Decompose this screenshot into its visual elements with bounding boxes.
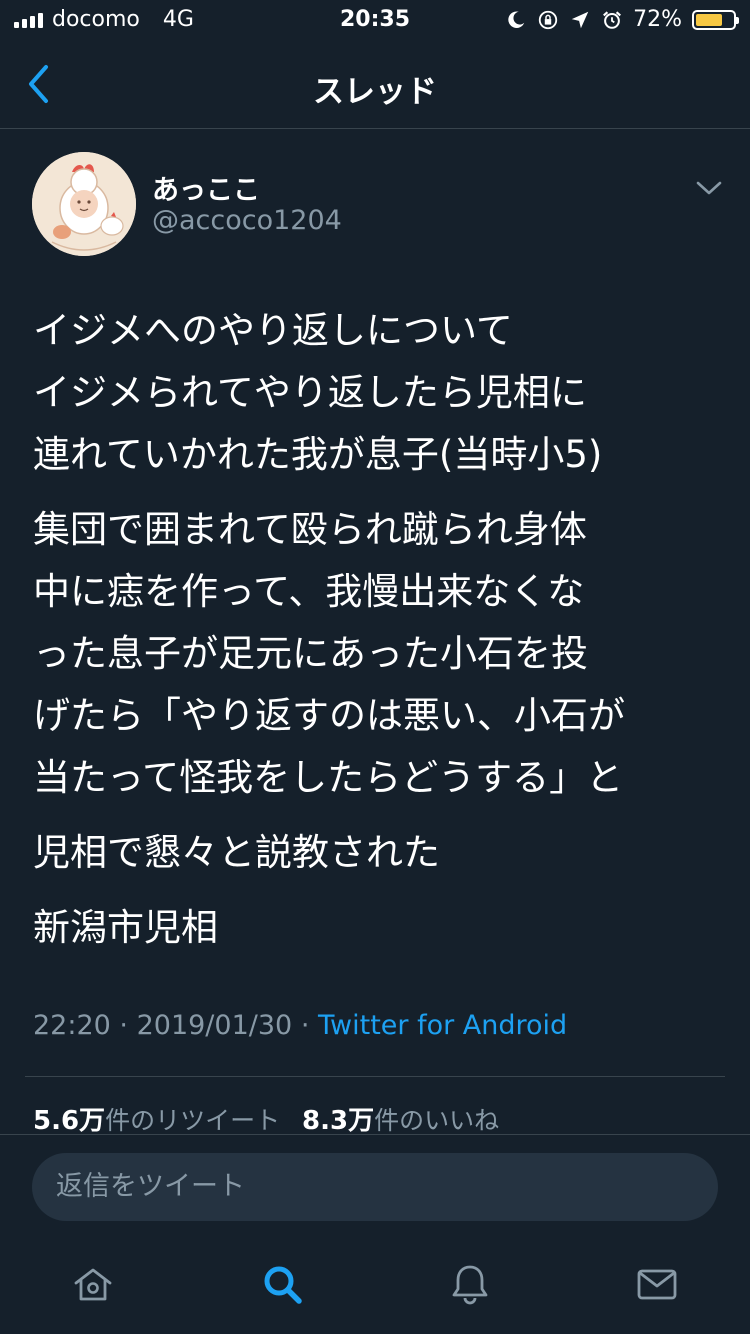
- tweet-paragraph: 児相で懇々と説教された: [33, 831, 440, 874]
- reply-bar: 返信をツイート: [0, 1134, 750, 1245]
- home-icon: [74, 1268, 112, 1301]
- chevron-down-icon: [696, 181, 722, 195]
- tweet-date: 2019/01/30: [136, 1010, 293, 1041]
- navigation-header: スレッド: [0, 40, 750, 129]
- tweet-time: 22:20: [33, 1010, 111, 1041]
- status-bar: docomo 4G 20:35 72%: [0, 0, 750, 40]
- mail-icon: [637, 1269, 677, 1300]
- search-icon: [264, 1266, 302, 1304]
- tweet-paragraph: 新潟市児相: [33, 906, 218, 949]
- battery-level: [696, 13, 722, 26]
- tab-search[interactable]: [260, 1262, 304, 1306]
- battery-percentage: 72%: [633, 7, 682, 32]
- tweet-source-link[interactable]: Twitter for Android: [318, 1010, 567, 1041]
- avatar-illustration: [32, 152, 136, 256]
- author-name[interactable]: あっここ: [152, 168, 260, 207]
- tab-messages[interactable]: [635, 1262, 679, 1306]
- tweet-stats: 5.6万件のリツイート 8.3万件のいいね: [33, 1104, 513, 1134]
- battery-icon: [692, 9, 739, 30]
- like-count: 8.3万: [302, 1106, 375, 1134]
- more-options-button[interactable]: [694, 176, 724, 200]
- page-title: スレッド: [313, 74, 437, 110]
- divider: [25, 1076, 725, 1077]
- moon-icon: [508, 10, 525, 28]
- status-right-group: 72%: [505, 7, 739, 32]
- tweet-paragraph: 集団で囲まれて殴られ蹴られ身体 中に痣を作って、我慢出来なくな った息子が足元に…: [33, 508, 625, 799]
- rotation-lock-icon: [538, 10, 558, 29]
- alarm-icon: [603, 10, 622, 29]
- retweet-label: 件のリツイート: [105, 1106, 281, 1134]
- reply-input[interactable]: 返信をツイート: [32, 1153, 718, 1221]
- avatar[interactable]: [32, 152, 136, 256]
- location-arrow-icon: [571, 11, 589, 28]
- retweets-stat[interactable]: 5.6万件のリツイート: [33, 1106, 280, 1134]
- tab-notifications[interactable]: [448, 1262, 492, 1306]
- like-label: 件のいいね: [374, 1106, 500, 1134]
- tab-home[interactable]: [71, 1262, 115, 1306]
- retweet-count: 5.6万: [33, 1106, 106, 1134]
- meta-separator: ·: [300, 1010, 310, 1041]
- tweet-text: イジメへのやり返しについて イジメられてやり返したら児相に 連れていかれた我が息…: [33, 300, 733, 972]
- meta-separator: ·: [119, 1010, 128, 1041]
- tweet-paragraph: イジメへのやり返しについて イジメられてやり返したら児相に 連れていかれた我が息…: [33, 309, 603, 476]
- bell-icon: [452, 1265, 488, 1305]
- tweet-metadata: 22:20 · 2019/01/30 · Twitter for Android: [33, 1010, 567, 1041]
- tab-bar: [0, 1244, 750, 1334]
- author-handle[interactable]: @accoco1204: [152, 205, 342, 236]
- likes-stat[interactable]: 8.3万件のいいね: [302, 1106, 499, 1134]
